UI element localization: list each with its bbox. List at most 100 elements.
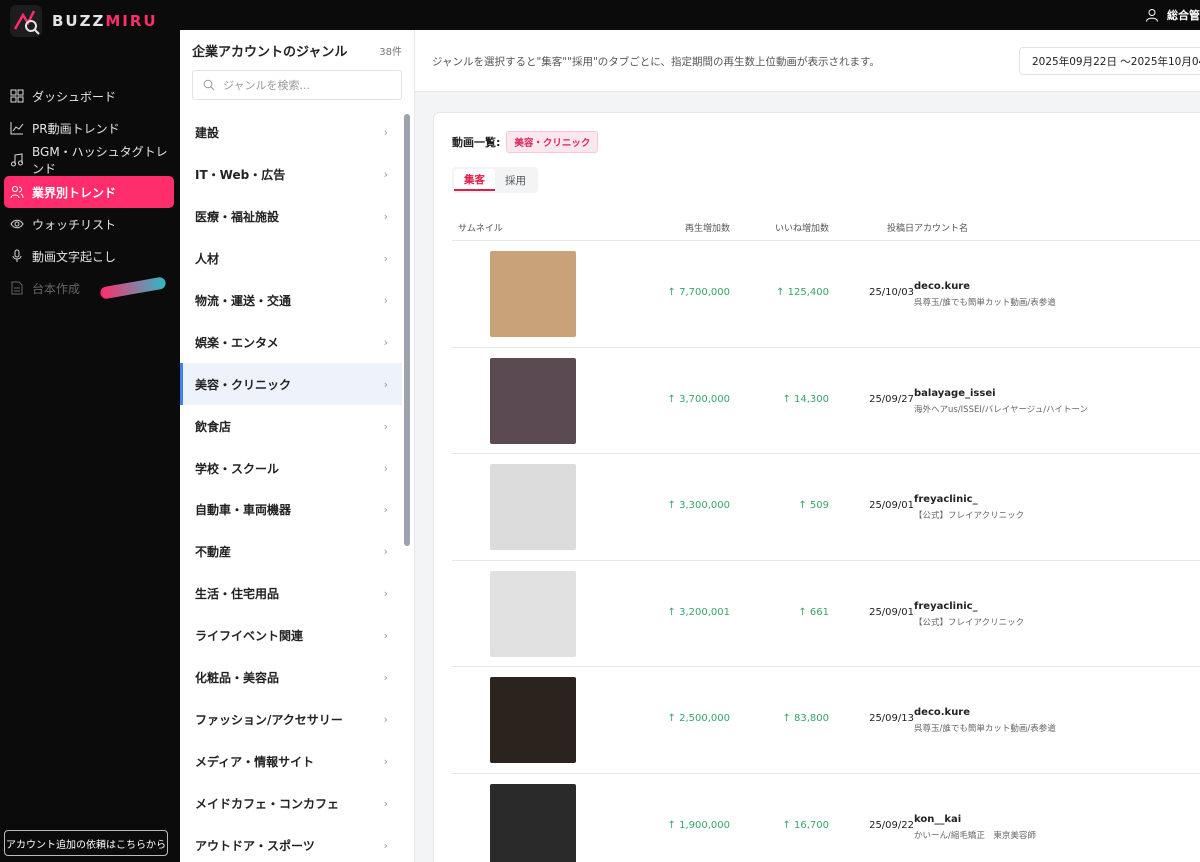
users-icon (10, 186, 24, 199)
genre-item-label: 飲食店 (195, 419, 232, 434)
post-date: 25/09/01 (869, 500, 914, 511)
table-row[interactable]: ↑ 1,900,000 ↑ 16,700 25/09/22 kon__kai かいーん/… (452, 774, 1200, 862)
genre-item-label: 医療・福祉施設 (195, 210, 280, 225)
account-cell[interactable]: freyaclinic_ 【公式】フレイアクリニック (914, 494, 1024, 521)
table-row[interactable]: ↑ 3,300,000 ↑ 509 25/09/01 freyaclinic_ 【公式】… (452, 454, 1200, 561)
column-date[interactable]: 投稿日 (887, 221, 914, 234)
chevron-right-icon: › (383, 545, 388, 559)
sidebar-item-industry-trend[interactable]: 業界別トレンド (4, 176, 174, 208)
table-row[interactable]: ↑ 3,700,000 ↑ 14,300 25/09/27 balayage_isse… (452, 348, 1200, 454)
sidebar-item-pr-trend[interactable]: PR動画トレンド (4, 112, 174, 144)
genre-item[interactable]: 飲食店 › (180, 405, 402, 447)
post-date: 25/10/03 (869, 287, 914, 298)
table-row[interactable]: ↑ 3,200,001 ↑ 661 25/09/01 freyaclinic_ 【公式】… (452, 561, 1200, 667)
sidebar-item-label: ダッシュボード (32, 89, 117, 104)
request-account-button[interactable]: アカウント追加の依頼はこちらから (4, 830, 168, 856)
genre-item[interactable]: 生活・住宅用品 › (180, 573, 402, 615)
video-list-card: 動画一覧: 美容・クリニック 集客 採用 サムネイル 再生増加数 いいね増加数 … (433, 112, 1200, 862)
likes-increase: ↑ 509 (798, 500, 829, 511)
sidebar-item-watchlist[interactable]: ウォッチリスト (4, 208, 174, 240)
genre-scrollbar[interactable] (404, 114, 410, 546)
sidebar-nav: ダッシュボード PR動画トレンド BGM・ハッシュタグトレンド 業界別トレンド … (0, 80, 180, 304)
logo[interactable]: BUZZMIRU (10, 4, 158, 38)
genre-item[interactable]: アウトドア・スポーツ › (180, 824, 402, 862)
account-name: freyaclinic_ (914, 494, 978, 505)
account-cell[interactable]: deco.kure 呉尊玉/誰でも簡単カット動画/表参道 (914, 281, 1056, 308)
tab-acquisition[interactable]: 集客 (454, 169, 495, 191)
genre-item[interactable]: ライフイベント関連 › (180, 615, 402, 657)
genre-search-input[interactable]: ジャンルを検索... (192, 70, 402, 100)
genre-item[interactable]: 自動車・車両機器 › (180, 489, 402, 531)
account-cell[interactable]: kon__kai かいーん/縮毛矯正 東京美容師 (914, 814, 1036, 841)
column-likes[interactable]: いいね増加数 (775, 221, 829, 234)
genre-item-label: 不動産 (195, 545, 232, 560)
genre-item[interactable]: ファッション/アクセサリー › (180, 698, 402, 740)
sidebar-item-dashboard[interactable]: ダッシュボード (4, 80, 174, 112)
likes-increase: ↑ 16,700 (782, 819, 829, 831)
post-date: 25/09/27 (869, 393, 914, 405)
genre-item[interactable]: 娯楽・エンタメ › (180, 321, 402, 363)
account-name: balayage_issei (914, 387, 996, 399)
account-description: 呉尊玉/誰でも簡単カット動画/表参道 (914, 724, 1056, 734)
likes-increase: ↑ 125,400 (776, 287, 829, 298)
genre-item[interactable]: メディア・情報サイト › (180, 740, 402, 782)
chevron-right-icon: › (383, 671, 388, 685)
genre-item[interactable]: 物流・運送・交通 › (180, 280, 402, 322)
table-row[interactable]: ↑ 2,500,000 ↑ 83,800 25/09/13 deco.kure 呉尊玉/… (452, 667, 1200, 774)
video-thumbnail[interactable] (490, 251, 576, 337)
likes-increase: ↑ 83,800 (782, 713, 829, 724)
tab-recruitment[interactable]: 採用 (495, 169, 536, 191)
video-thumbnail[interactable] (490, 570, 576, 657)
search-placeholder: ジャンルを検索... (223, 79, 310, 92)
genre-list: 建設 › IT・Web・広告 › 医療・福祉施設 › 人材 › 物流・運送・交通 › 娯楽・エンタメ… (180, 112, 402, 862)
chevron-right-icon: › (383, 294, 388, 307)
genre-item[interactable]: 建設 › (180, 112, 402, 154)
genre-item-label: ライフイベント関連 (195, 629, 304, 644)
chevron-right-icon: › (383, 419, 388, 433)
genre-item[interactable]: 人材 › (180, 238, 402, 280)
sidebar-item-label: 業界別トレンド (32, 185, 117, 200)
views-increase: ↑ 1,900,000 (667, 819, 730, 831)
chevron-right-icon: › (383, 126, 388, 140)
genre-item[interactable]: IT・Web・広告 › (180, 154, 402, 196)
sidebar-item-script[interactable]: 台本作成 (4, 272, 174, 304)
user-menu[interactable]: 総合管 (1145, 0, 1200, 30)
column-views[interactable]: 再生増加数 (685, 221, 730, 234)
genre-item[interactable]: 化粧品・美容品 › (180, 657, 402, 699)
chevron-right-icon: › (383, 838, 388, 852)
sidebar-item-label: PR動画トレンド (32, 121, 120, 136)
genre-item-label: メイドカフェ・コンカフェ (195, 796, 340, 811)
document-icon (11, 281, 23, 295)
coming-soon-ribbon (99, 276, 167, 300)
video-thumbnail[interactable] (490, 783, 576, 862)
account-name: deco.kure (914, 281, 971, 292)
genre-item[interactable]: 学校・スクール › (180, 447, 402, 489)
mic-icon (12, 249, 22, 262)
chevron-right-icon: › (383, 252, 388, 266)
main-content: ジャンルを選択すると"集客""採用"のタブごとに、指定期間の再生数上位動画が表示… (415, 30, 1200, 862)
account-cell[interactable]: balayage_issei 海外ヘアus/ISSEI/バレイヤージュ/ハイトーン (914, 388, 1088, 415)
chevron-right-icon: › (383, 377, 388, 391)
chevron-right-icon: › (383, 712, 388, 726)
sidebar-item-transcribe[interactable]: 動画文字起こし (4, 240, 174, 272)
views-increase: ↑ 2,500,000 (667, 713, 730, 724)
views-increase: ↑ 3,300,000 (667, 500, 730, 511)
video-thumbnail[interactable] (490, 464, 576, 550)
genre-item[interactable]: 医療・福祉施設 › (180, 196, 402, 238)
table-row[interactable]: ↑ 7,700,000 ↑ 125,400 25/10/03 deco.kure 呉尊玉… (452, 241, 1200, 348)
account-cell[interactable]: deco.kure 呉尊玉/誰でも簡単カット動画/表参道 (914, 707, 1056, 734)
date-range-picker[interactable]: 2025年09月22日 〜2025年10月04日 (1019, 47, 1200, 75)
video-thumbnail[interactable] (490, 357, 576, 444)
genre-item[interactable]: メイドカフェ・コンカフェ › (180, 782, 402, 824)
video-thumbnail[interactable] (490, 677, 576, 763)
account-cell[interactable]: freyaclinic_ 【公式】フレイアクリニック (914, 601, 1024, 628)
sidebar-item-bgm-trend[interactable]: BGM・ハッシュタグトレンド (4, 144, 174, 176)
genre-item[interactable]: 美容・クリニック › (180, 363, 402, 406)
genre-item-label: 人材 (195, 252, 220, 267)
account-description: かいーん/縮毛矯正 東京美容師 (914, 830, 1036, 841)
post-date: 25/09/13 (869, 713, 914, 724)
chevron-right-icon: › (383, 461, 388, 475)
views-increase: ↑ 7,700,000 (667, 287, 730, 298)
genre-item[interactable]: 不動産 › (180, 531, 402, 573)
chevron-right-icon: › (383, 210, 388, 224)
